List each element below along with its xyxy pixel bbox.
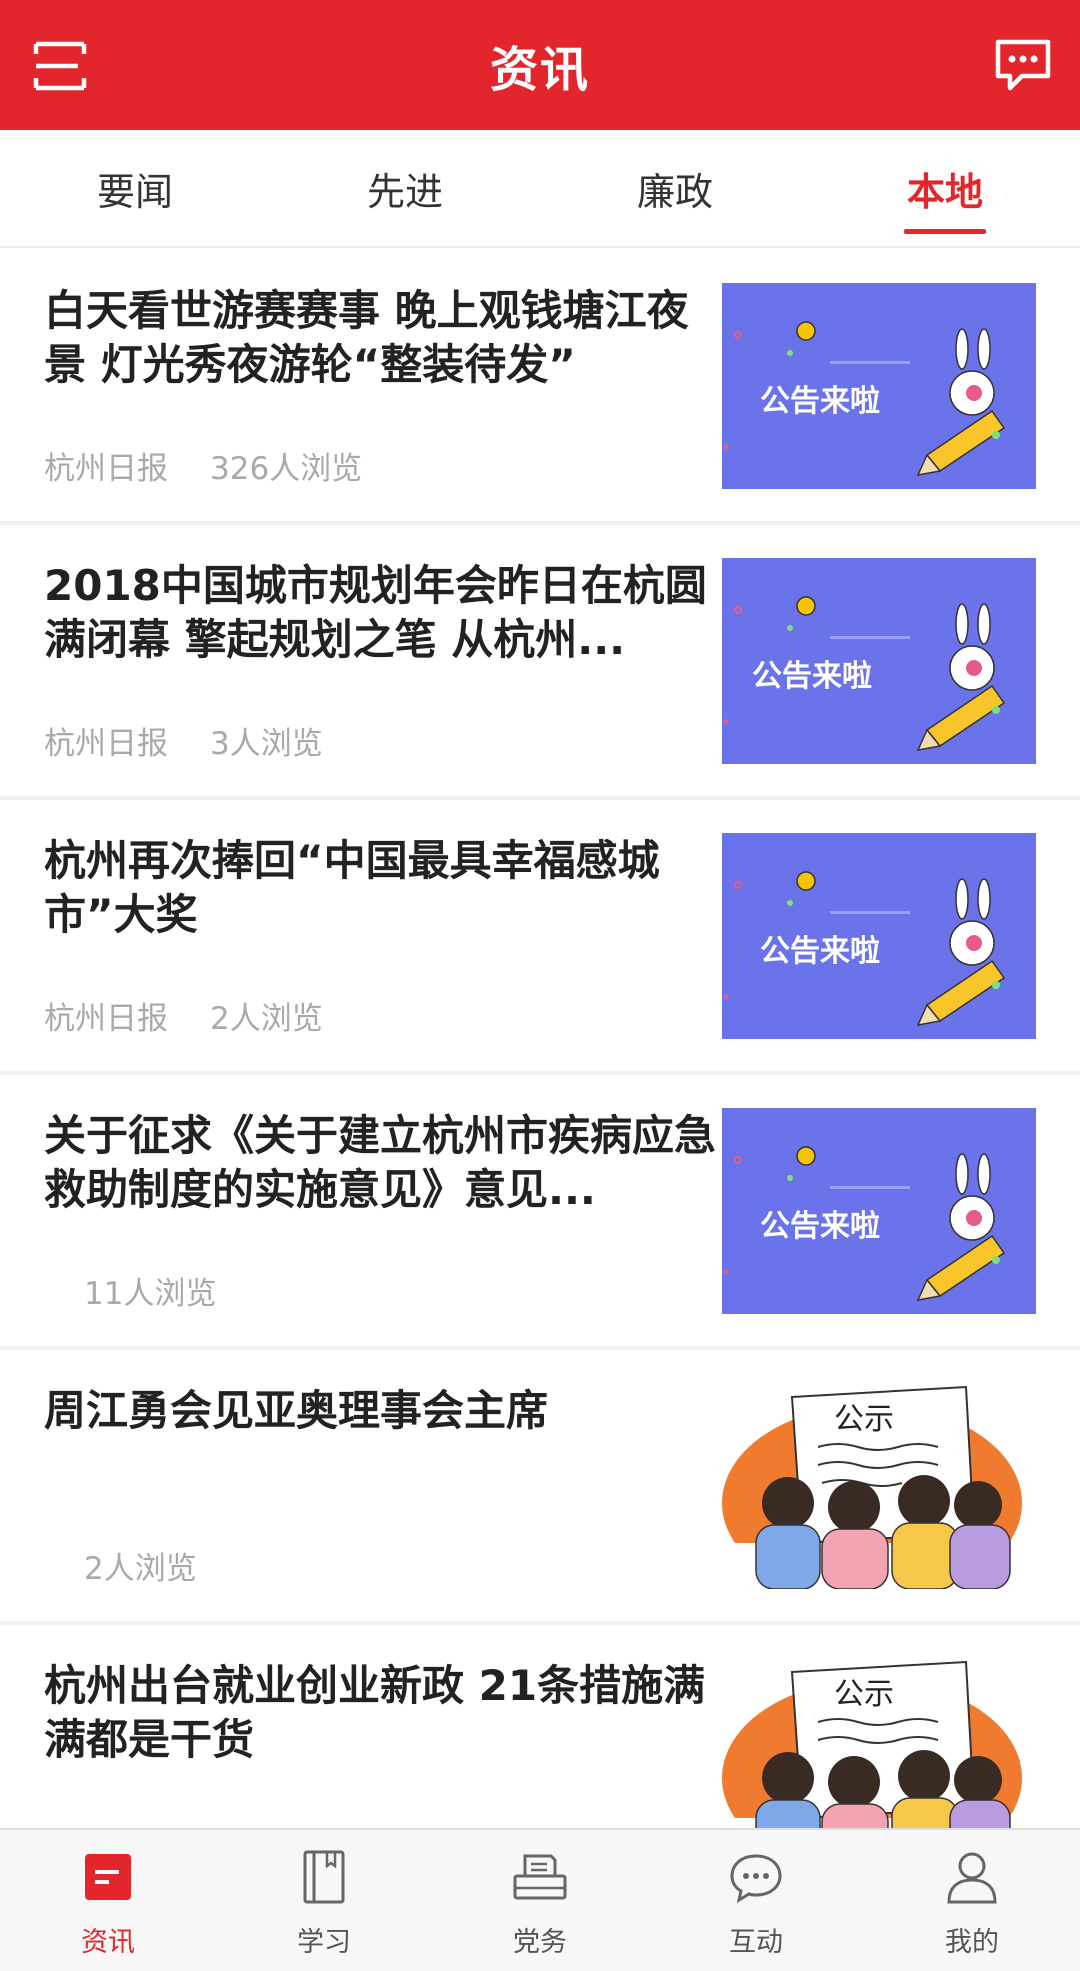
- notice-illustration: 公告来啦: [722, 283, 1036, 489]
- thumb-text: 公示: [834, 1402, 894, 1437]
- nav-news[interactable]: 资讯: [0, 1830, 216, 1971]
- news-title: 杭州出台就业创业新政 21条措施满满都是干货: [44, 1661, 706, 1764]
- tab-label: 本地: [906, 169, 983, 214]
- news-source: 杭州日报: [44, 451, 168, 487]
- book-icon: [303, 1850, 345, 1904]
- news-meta: 杭州日报 2人浏览: [44, 993, 323, 1038]
- menu-button[interactable]: [30, 36, 90, 96]
- news-meta: 2人浏览: [84, 1543, 197, 1588]
- news-thumbnail: 公告来啦: [722, 1108, 1036, 1314]
- nav-label: 资讯: [81, 1927, 135, 1958]
- news-thumbnail: 公告来啦: [722, 283, 1036, 489]
- publicity-illustration: 公示: [722, 1658, 1036, 1828]
- thumb-text: 公告来啦: [752, 659, 872, 694]
- user-icon: [947, 1852, 997, 1904]
- category-tabs: 要闻 先进 廉政 本地: [0, 130, 1080, 248]
- tab-bendi[interactable]: 本地: [810, 130, 1080, 246]
- news-views: 11人浏览: [84, 1276, 217, 1312]
- nav-party-affairs[interactable]: 党务: [432, 1830, 648, 1971]
- news-source: 杭州日报: [44, 1001, 168, 1037]
- nav-label: 互动: [729, 1927, 783, 1958]
- news-thumbnail: 公告来啦: [722, 558, 1036, 764]
- message-icon: [995, 39, 1051, 91]
- nav-study[interactable]: 学习: [216, 1830, 432, 1971]
- thumb-text: 公告来啦: [760, 934, 880, 969]
- tab-lianzheng[interactable]: 廉政: [540, 130, 810, 246]
- news-meta: 杭州日报 326人浏览: [44, 443, 362, 488]
- news-views: 3人浏览: [210, 726, 323, 762]
- tab-xianjin[interactable]: 先进: [270, 130, 540, 246]
- message-button[interactable]: [992, 34, 1054, 96]
- nav-label: 我的: [945, 1927, 999, 1958]
- thumb-text: 公告来啦: [760, 384, 880, 419]
- news-title: 白天看世游赛赛事 晚上观钱塘江夜景 灯光秀夜游轮“整装待发”: [44, 286, 689, 389]
- thumb-text: 公示: [834, 1677, 894, 1712]
- news-item[interactable]: 杭州再次捧回“中国最具幸福感城市”大奖 杭州日报 2人浏览 公告来啦: [0, 800, 1080, 1075]
- news-source: 杭州日报: [44, 726, 168, 762]
- menu-icon: [33, 41, 87, 91]
- publicity-illustration: 公示: [722, 1383, 1036, 1589]
- tab-label: 先进: [366, 169, 443, 214]
- news-views: 2人浏览: [84, 1551, 197, 1587]
- chat-icon: [730, 1854, 782, 1904]
- notice-illustration: 公告来啦: [722, 558, 1036, 764]
- news-item[interactable]: 2018中国城市规划年会昨日在杭圆满闭幕 擎起规划之笔 从杭州... 杭州日报 …: [0, 525, 1080, 800]
- notice-illustration: 公告来啦: [722, 1108, 1036, 1314]
- news-thumbnail: 公示: [722, 1383, 1036, 1589]
- news-title: 杭州再次捧回“中国最具幸福感城市”大奖: [44, 836, 660, 939]
- printer-icon: [513, 1854, 567, 1900]
- news-list: 白天看世游赛赛事 晚上观钱塘江夜景 灯光秀夜游轮“整装待发” 杭州日报 326人…: [0, 250, 1080, 1828]
- notice-illustration: 公告来啦: [722, 833, 1036, 1039]
- tab-yaowen[interactable]: 要闻: [0, 130, 270, 246]
- news-thumbnail: 公示: [722, 1658, 1036, 1828]
- news-item[interactable]: 周江勇会见亚奥理事会主席 2人浏览 公示: [0, 1350, 1080, 1625]
- news-icon: [85, 1854, 131, 1900]
- news-item[interactable]: 关于征求《关于建立杭州市疾病应急救助制度的实施意见》意见... 11人浏览 公告…: [0, 1075, 1080, 1350]
- news-item[interactable]: 白天看世游赛赛事 晚上观钱塘江夜景 灯光秀夜游轮“整装待发” 杭州日报 326人…: [0, 250, 1080, 525]
- news-item[interactable]: 杭州出台就业创业新政 21条措施满满都是干货 公示: [0, 1625, 1080, 1828]
- nav-label: 党务: [513, 1927, 567, 1958]
- nav-label: 学习: [297, 1927, 351, 1958]
- news-meta: 11人浏览: [84, 1268, 216, 1313]
- nav-mine[interactable]: 我的: [864, 1830, 1080, 1971]
- news-title: 周江勇会见亚奥理事会主席: [44, 1386, 549, 1435]
- top-header: 资讯: [0, 0, 1080, 130]
- bottom-navigation: 资讯 学习 党务 互动 我的: [0, 1828, 1080, 1971]
- app-screen: 资讯 要闻 先进 廉政 本地 白天看世游赛赛事 晚上观钱塘江夜景 灯光秀夜游轮“…: [0, 0, 1080, 1971]
- nav-interaction[interactable]: 互动: [648, 1830, 864, 1971]
- news-title: 2018中国城市规划年会昨日在杭圆满闭幕 擎起规划之笔 从杭州...: [44, 561, 707, 664]
- news-thumbnail: 公告来啦: [722, 833, 1036, 1039]
- news-title: 关于征求《关于建立杭州市疾病应急救助制度的实施意见》意见...: [44, 1111, 717, 1214]
- active-tab-indicator: [904, 229, 986, 234]
- tab-label: 廉政: [636, 169, 713, 214]
- tab-label: 要闻: [96, 169, 173, 214]
- news-views: 2人浏览: [210, 1001, 323, 1037]
- news-views: 326人浏览: [210, 451, 363, 487]
- page-title: 资讯: [489, 42, 590, 98]
- news-meta: 杭州日报 3人浏览: [44, 718, 323, 763]
- thumb-text: 公告来啦: [760, 1209, 880, 1244]
